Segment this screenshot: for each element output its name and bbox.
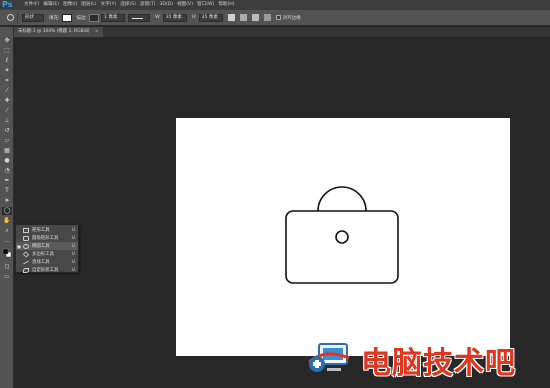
watermark-text: 电脑技术吧 [361, 346, 516, 381]
rounded-rectangle-icon [23, 235, 29, 241]
brush-icon[interactable]: ⁄ [2, 107, 12, 115]
eraser-icon[interactable]: ▱ [2, 137, 12, 145]
history-brush-icon[interactable]: ↺ [2, 127, 12, 135]
lasso-icon[interactable]: ℓ [2, 57, 12, 65]
gradient-icon[interactable]: ▦ [2, 147, 12, 155]
flyout-polygon-tool[interactable]: 多边形工具 U [16, 250, 78, 258]
menu-edit[interactable]: 编辑(E) [43, 0, 59, 10]
color-swatches-icon[interactable] [2, 248, 12, 258]
tool-preset-picker[interactable] [4, 12, 18, 23]
pen-icon[interactable]: ✒ [2, 177, 12, 185]
stroke-swatch[interactable] [89, 13, 100, 22]
path-arrangement-icon[interactable] [251, 14, 259, 21]
marquee-icon[interactable]: ⬚ [2, 47, 12, 55]
flyout-item-label: 多边形工具 [32, 252, 54, 257]
menu-view[interactable]: 视图(V) [177, 0, 193, 10]
path-alignment-icon[interactable] [239, 14, 247, 21]
flyout-item-label: 自定形状工具 [32, 268, 59, 273]
selected-bullet-icon: ■ [17, 243, 21, 249]
flyout-item-shortcut: U [71, 267, 75, 273]
options-bar: 形状 填充: 描边: 1 像素 W: 35 像素 H: 35 像素 对齐边缘 [0, 10, 550, 26]
magic-wand-icon[interactable]: ✦ [2, 67, 12, 75]
rectangle-icon [23, 227, 29, 233]
ps-logo: Ps [2, 0, 13, 9]
flyout-item-label: 矩形工具 [32, 228, 50, 233]
bag-body-rect [285, 210, 399, 284]
hand-icon[interactable]: ✋ [2, 217, 12, 225]
shape-icon[interactable]: ◯ [2, 207, 12, 215]
height-label: H: [191, 15, 197, 20]
flyout-custom-shape-tool[interactable]: 自定形状工具 U [16, 266, 78, 274]
menu-file[interactable]: 文件(F) [24, 0, 39, 10]
ellipse-icon [7, 14, 14, 21]
crop-icon[interactable]: ⌗ [2, 77, 12, 85]
flyout-item-shortcut: U [71, 259, 75, 265]
document-canvas[interactable] [176, 118, 510, 356]
move-icon[interactable]: ✥ [2, 37, 12, 45]
menu-layer[interactable]: 图层(L) [81, 0, 96, 10]
photoshop-window: Ps 文件(F) 编辑(E) 图像(I) 图层(L) 文字(Y) 选择(S) 滤… [0, 0, 550, 388]
eyedropper-icon[interactable]: ⁄ [2, 87, 12, 95]
path-operations-icon[interactable] [227, 14, 235, 21]
flyout-line-tool[interactable]: 直线工具 U [16, 258, 78, 266]
bag-shape-drawing [285, 186, 399, 284]
custom-shape-icon [23, 267, 29, 273]
mode-select[interactable]: 形状 [22, 13, 44, 22]
ellipse-icon [23, 243, 29, 249]
healing-icon[interactable]: ✚ [2, 97, 12, 105]
shape-tool-flyout: 矩形工具 U 圆角矩形工具 U ■ 椭圆工具 U 多边形工具 U 直线工具 U [15, 224, 79, 273]
flyout-item-shortcut: U [71, 251, 75, 257]
stamp-icon[interactable]: ⊥ [2, 117, 12, 125]
zoom-icon[interactable]: ⌕ [2, 227, 12, 235]
flyout-item-shortcut: U [71, 235, 75, 241]
document-tab[interactable]: 未标题-1 @ 100% (椭圆 1, RGB/8) × [14, 27, 103, 37]
line-icon [23, 260, 29, 265]
menu-help[interactable]: 帮助(H) [218, 0, 234, 10]
flyout-item-shortcut: U [71, 227, 75, 233]
width-label: W: [155, 15, 161, 20]
stroke-width-field[interactable]: 1 像素 [101, 13, 126, 22]
more-icon[interactable]: … [2, 237, 12, 245]
menu-3d[interactable]: 3D(D) [159, 0, 173, 10]
height-field[interactable]: 35 像素 [198, 13, 223, 22]
flyout-item-shortcut: U [71, 243, 75, 249]
menu-bar: Ps 文件(F) 编辑(E) 图像(I) 图层(L) 文字(Y) 选择(S) 滤… [0, 0, 550, 10]
stroke-type-select[interactable] [128, 13, 151, 22]
site-watermark: 电脑技术吧 [305, 338, 545, 382]
bag-clasp-circle [335, 230, 349, 244]
document-tab-title: 未标题-1 @ 100% (椭圆 1, RGB/8) [18, 29, 90, 34]
dodge-icon[interactable]: ◔ [2, 167, 12, 175]
menu-image[interactable]: 图像(I) [63, 0, 77, 10]
bag-handle-arc [317, 186, 367, 212]
polygon-icon [22, 250, 30, 258]
fill-swatch[interactable] [61, 13, 72, 22]
blur-icon[interactable]: ● [2, 157, 12, 165]
flyout-item-label: 直线工具 [32, 260, 50, 265]
screen-mode-icon[interactable]: ▭ [2, 273, 12, 281]
flyout-item-label: 圆角矩形工具 [32, 236, 59, 241]
menu-type[interactable]: 文字(Y) [101, 0, 117, 10]
flyout-ellipse-tool[interactable]: ■ 椭圆工具 U [16, 242, 78, 250]
close-icon[interactable]: × [95, 29, 99, 34]
flyout-rounded-rectangle-tool[interactable]: 圆角矩形工具 U [16, 234, 78, 242]
fill-label: 填充: [49, 15, 60, 21]
document-tab-bar: 未标题-1 @ 100% (椭圆 1, RGB/8) × [14, 27, 550, 37]
settings-gear-icon[interactable] [263, 14, 271, 21]
quick-mask-icon[interactable]: ◻ [2, 263, 12, 271]
flyout-item-label: 椭圆工具 [32, 244, 50, 249]
align-edges-label: 对齐边缘 [282, 15, 301, 21]
menu-select[interactable]: 选择(S) [120, 0, 136, 10]
watermark-logo-icon [305, 340, 357, 380]
menu-items: 文件(F) 编辑(E) 图像(I) 图层(L) 文字(Y) 选择(S) 滤镜(T… [20, 0, 235, 10]
menu-filter[interactable]: 滤镜(T) [140, 0, 156, 10]
width-field[interactable]: 35 像素 [162, 13, 187, 22]
stroke-label: 描边: [76, 15, 88, 21]
path-select-icon[interactable]: ➤ [2, 197, 12, 205]
menu-window[interactable]: 窗口(W) [197, 0, 214, 10]
toolbox: ✥ ⬚ ℓ ✦ ⌗ ⁄ ✚ ⁄ ⊥ ↺ ▱ ▦ ● ◔ ✒ T ➤ ◯ ✋ ⌕ … [0, 27, 14, 388]
align-edges-checkbox[interactable] [275, 15, 281, 20]
type-icon[interactable]: T [2, 187, 12, 195]
flyout-rectangle-tool[interactable]: 矩形工具 U [16, 226, 78, 234]
